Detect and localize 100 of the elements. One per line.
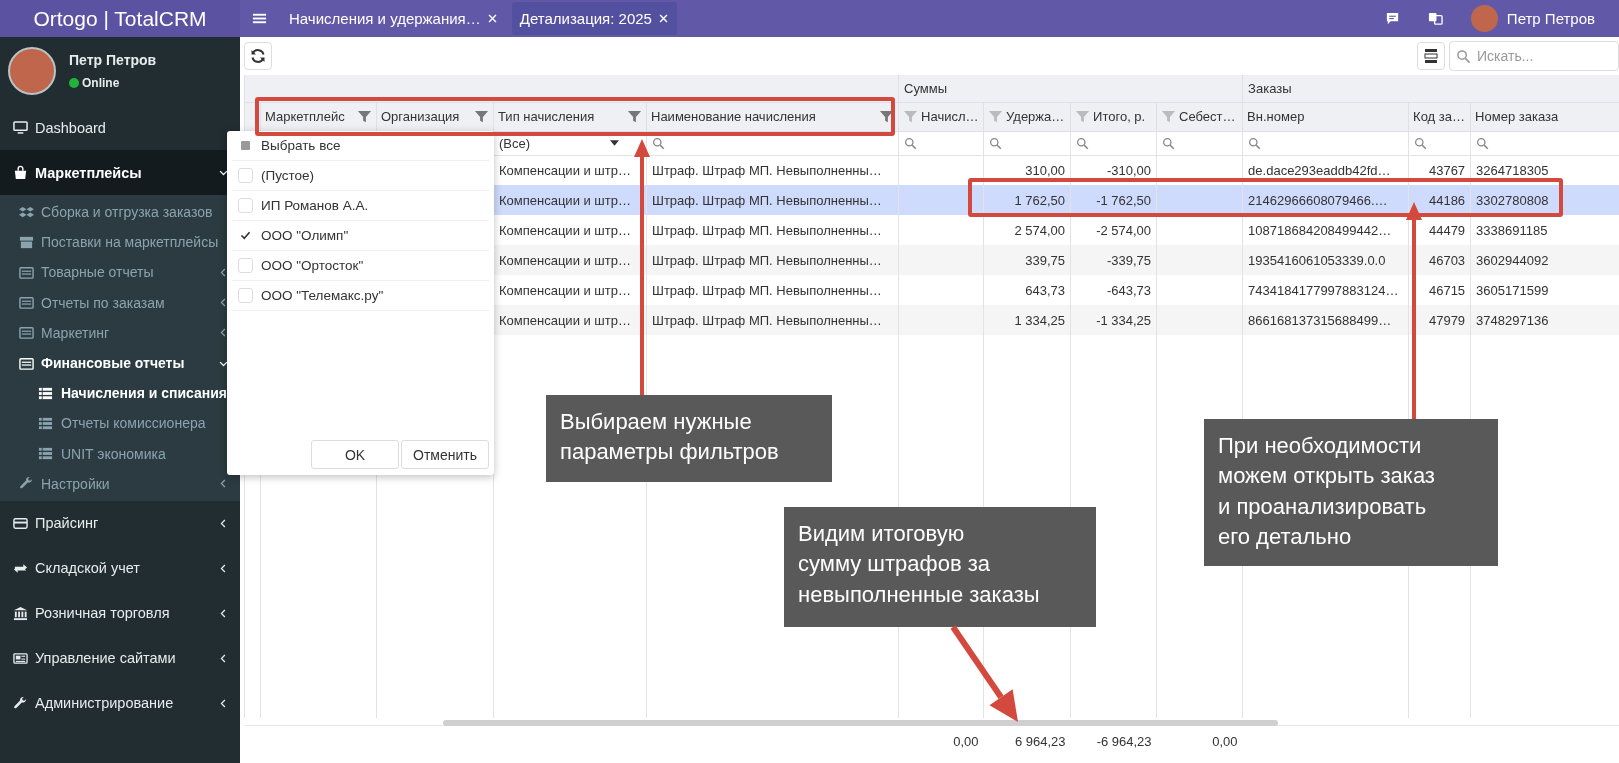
table-cell: -310,00 xyxy=(1106,162,1152,178)
table-cell: 46703 xyxy=(1428,252,1466,268)
search-icon[interactable] xyxy=(1076,136,1090,150)
menu-label[interactable]: Отчеты по заказам xyxy=(41,294,218,311)
close-icon[interactable] xyxy=(657,13,669,24)
table-cell: -1 762,50 xyxy=(1096,192,1152,208)
tab-label[interactable]: Начисления и удержания… xyxy=(289,10,481,27)
table-cell: 46715 xyxy=(1428,282,1466,298)
newspaper-icon xyxy=(13,650,28,666)
bank-icon xyxy=(13,605,28,621)
table-cell: -1 334,25 xyxy=(1096,312,1152,328)
total-value: -6 964,23 xyxy=(1096,734,1152,750)
table-cell: 339,75 xyxy=(1025,252,1066,268)
table-cell: 3605171599 xyxy=(1476,282,1549,298)
option-label[interactable]: (Пустое) xyxy=(261,168,315,183)
search-field[interactable]: Искать... xyxy=(1449,41,1619,71)
option-label[interactable]: ИП Романов А.А. xyxy=(261,198,369,213)
table-cell: 3264718305 xyxy=(1476,162,1549,178)
filter-icon[interactable] xyxy=(627,109,642,124)
export-button[interactable] xyxy=(1417,42,1445,70)
sidebar-item[interactable]: Начисления и списания xyxy=(0,378,240,409)
table-cell: Компенсации и штр… xyxy=(499,162,631,178)
list-icon xyxy=(38,446,53,462)
checkbox[interactable] xyxy=(238,168,253,183)
table-cell: 108718684208499442… xyxy=(1248,222,1392,238)
table-cell: 47979 xyxy=(1428,312,1466,328)
sidebar-item[interactable]: Складской учет xyxy=(0,545,240,591)
table-cell: 43767 xyxy=(1428,162,1466,178)
sidebar-item[interactable]: Прайсинг xyxy=(0,500,240,546)
sidebar-item[interactable]: Dashboard xyxy=(0,105,240,150)
menu-label[interactable]: Управление сайтами xyxy=(35,650,218,667)
menu-label[interactable]: Финансовые отчеты xyxy=(41,355,218,372)
ok-button[interactable]: OK xyxy=(311,440,399,469)
menu-label[interactable]: Dashboard xyxy=(35,119,240,136)
callout-note: Видим итоговую сумму штрафов за невыполненные заказы xyxy=(784,507,1096,627)
search-icon[interactable] xyxy=(652,136,665,150)
option-label[interactable]: ООО "Телемакс.ру" xyxy=(261,288,384,303)
list-icon xyxy=(38,385,53,401)
sidebar-item[interactable]: Поставки на маркетплейсы xyxy=(0,227,240,258)
sidebar-item[interactable]: Сборка и отгрузка заказов xyxy=(0,197,240,228)
table-icon xyxy=(19,355,34,371)
search-icon[interactable] xyxy=(1476,136,1490,150)
wrench-icon xyxy=(13,695,28,711)
tab[interactable]: Детализация: 2025 xyxy=(511,2,677,35)
table-cell: Компенсации и штр… xyxy=(499,252,631,268)
sidebar-item[interactable]: Администрирование xyxy=(0,680,240,726)
scrollbar-thumb[interactable] xyxy=(443,720,1278,726)
user-name[interactable]: Петр Петров xyxy=(1506,10,1595,27)
table-cell: Компенсации и штр… xyxy=(499,222,631,238)
column-group-header: Суммы xyxy=(904,80,948,96)
menu-label[interactable]: Прайсинг xyxy=(35,515,218,532)
search-icon[interactable] xyxy=(989,136,1003,150)
status-text: Online xyxy=(82,76,120,90)
checkbox[interactable] xyxy=(238,288,253,303)
sidebar-item[interactable]: Маркетинг xyxy=(0,317,240,348)
close-icon[interactable] xyxy=(486,13,498,24)
filter-icon[interactable] xyxy=(357,109,372,124)
sidebar-item[interactable]: Розничная торговля xyxy=(0,590,240,636)
callout-note: Выбираем нужные параметры фильтров xyxy=(546,395,832,482)
table-cell: Штраф. Штраф МП. Невыполненны… xyxy=(652,222,882,238)
menu-label[interactable]: Маркетплейсы xyxy=(35,164,218,181)
sidebar-item[interactable]: Отчеты по заказам xyxy=(0,287,240,318)
sidebar-item[interactable]: Отчеты комиссионера xyxy=(0,408,240,439)
sidebar-item[interactable]: Товарные отчеты xyxy=(0,257,240,288)
menu-label[interactable]: Маркетинг xyxy=(41,324,218,341)
table-cell: 1 334,25 xyxy=(1014,312,1066,328)
search-icon[interactable] xyxy=(1248,136,1262,150)
shopping-bag-icon xyxy=(13,165,28,180)
option-label[interactable]: ООО "Олимп" xyxy=(261,228,349,243)
search-icon[interactable] xyxy=(1162,136,1176,150)
menu-label[interactable]: Розничная торговля xyxy=(35,605,218,622)
sidebar-item[interactable]: Настройки xyxy=(0,468,240,499)
sidebar-item[interactable]: Управление сайтами xyxy=(0,635,240,681)
table-cell: 44186 xyxy=(1428,192,1466,208)
menu-label[interactable]: Администрирование xyxy=(35,695,218,712)
search-icon[interactable] xyxy=(904,136,918,150)
tab[interactable]: Начисления и удержания… xyxy=(281,2,506,35)
cancel-button[interactable]: Отменить xyxy=(401,440,489,469)
menu-icon[interactable] xyxy=(252,11,267,26)
credit-card-icon xyxy=(13,515,28,531)
menu-label[interactable]: Складской учет xyxy=(35,560,218,577)
table-cell: 3602944092 xyxy=(1476,252,1549,268)
tab-label[interactable]: Детализация: 2025 xyxy=(519,10,652,27)
filter-icon[interactable] xyxy=(474,109,489,124)
table-cell: 310,00 xyxy=(1025,162,1066,178)
column-group-header: Заказы xyxy=(1248,80,1292,96)
menu-label[interactable]: Настройки xyxy=(41,475,218,492)
sidebar-item[interactable]: Финансовые отчеты xyxy=(0,347,240,379)
refresh-icon xyxy=(250,48,266,64)
chat-icon[interactable] xyxy=(1384,11,1400,26)
table-cell: 44479 xyxy=(1428,222,1466,238)
option-label[interactable]: ООО "Ортосток" xyxy=(261,258,364,273)
user-name: Петр Петров xyxy=(69,52,157,68)
refresh-button[interactable] xyxy=(244,42,272,70)
search-icon[interactable] xyxy=(1414,136,1428,150)
sidebar-item[interactable]: UNIT экономика xyxy=(0,438,240,469)
table-cell: -339,75 xyxy=(1106,252,1152,268)
menu-label[interactable]: Товарные отчеты xyxy=(41,264,218,281)
checkbox[interactable] xyxy=(238,258,253,273)
checkbox[interactable] xyxy=(238,198,253,213)
